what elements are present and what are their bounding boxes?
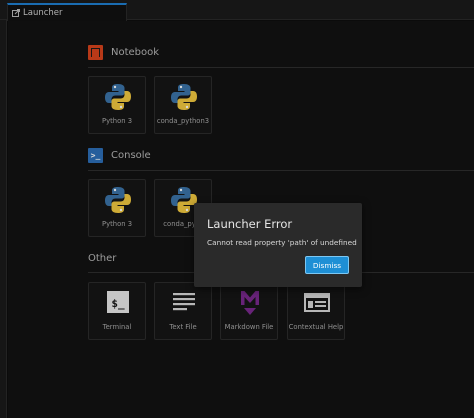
- launcher-error-dialog: Launcher Error Cannot read property 'pat…: [194, 203, 362, 287]
- dialog-title: Launcher Error: [207, 217, 293, 231]
- dismiss-button[interactable]: Dismiss: [305, 256, 349, 274]
- dialog-message: Cannot read property 'path' of undefined: [207, 238, 357, 247]
